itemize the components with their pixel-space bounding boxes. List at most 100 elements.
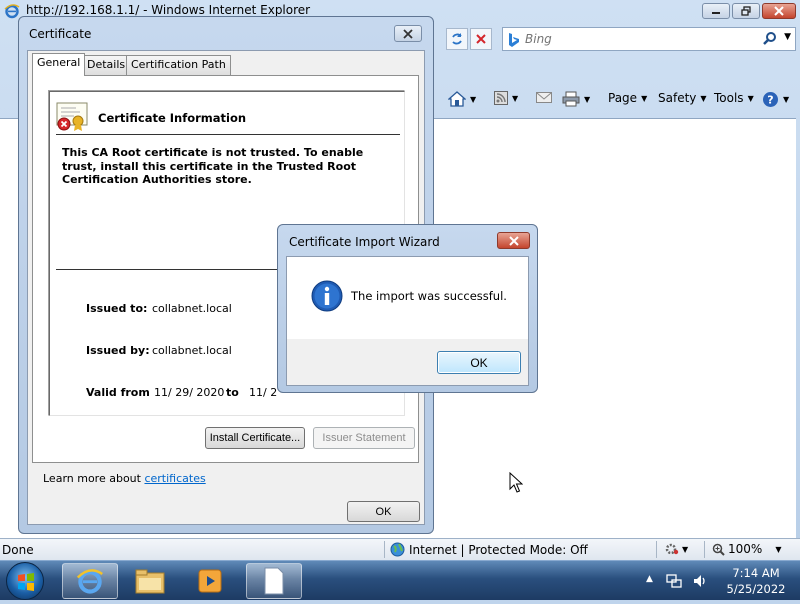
valid-from-value: 11/ 29/ 2020	[154, 386, 225, 399]
chevron-down-icon: ▼	[512, 93, 519, 103]
chevron-down-icon: ▼	[470, 94, 477, 104]
tools-menu-label: Tools	[714, 91, 744, 105]
security-zone[interactable]: Internet | Protected Mode: Off	[390, 542, 588, 557]
chevron-down-icon: ▼	[584, 94, 591, 104]
success-message: The import was successful.	[351, 289, 507, 303]
issued-by-label: Issued by:	[86, 344, 150, 357]
globe-icon	[390, 542, 405, 557]
ie-logo-icon	[76, 569, 103, 594]
mouse-cursor-icon	[509, 472, 523, 493]
certificate-info-title: Certificate Information	[98, 111, 247, 125]
stop-button[interactable]	[470, 28, 492, 50]
mail-icon	[536, 92, 552, 103]
divider	[56, 134, 400, 135]
help-icon: ?	[763, 92, 778, 107]
learn-more-prefix: Learn more about	[43, 472, 145, 485]
close-button[interactable]	[497, 232, 530, 249]
taskbar-windows-explorer[interactable]	[122, 563, 178, 599]
home-button[interactable]: ▼	[448, 91, 476, 107]
popup-blocker-button[interactable]: ▼	[664, 542, 688, 556]
valid-to-label: to	[226, 386, 239, 399]
home-icon	[448, 91, 466, 107]
tab-general[interactable]: General	[32, 53, 86, 76]
issued-to-label: Issued to:	[86, 302, 148, 315]
feeds-button[interactable]: ▼	[494, 91, 518, 105]
zoom-level: 100%	[728, 542, 763, 556]
close-button[interactable]	[394, 25, 422, 42]
issued-by-value: collabnet.local	[152, 344, 232, 357]
read-mail-button[interactable]	[536, 91, 552, 103]
trust-warning-text: This CA Root certificate is not trusted.…	[62, 146, 364, 186]
chevron-down-icon: ▼	[775, 544, 782, 554]
status-text: Done	[2, 543, 34, 557]
install-certificate-button[interactable]: Install Certificate...	[205, 427, 305, 449]
page-menu[interactable]: Page ▼	[608, 91, 647, 105]
feeds-icon	[494, 91, 508, 105]
document-icon	[264, 567, 284, 595]
taskbar-internet-explorer[interactable]	[62, 563, 118, 599]
tab-certification-path[interactable]: Certification Path	[126, 55, 231, 75]
command-bar: ▼ ▼ ▼ Page ▼ Safety ▼ Tools ▼ ? ▼	[440, 88, 800, 112]
zoom-icon	[712, 543, 725, 556]
valid-from-label: Valid from	[86, 386, 150, 399]
taskbar: ▲ 7:14 AM 5/25/2022	[0, 560, 800, 600]
certificates-link[interactable]: certificates	[144, 472, 205, 485]
ie-logo-icon	[4, 4, 20, 19]
taskbar-media-player[interactable]	[182, 563, 238, 599]
dialog-body: The import was successful. OK	[286, 256, 529, 386]
safety-menu[interactable]: Safety ▼	[658, 91, 707, 105]
tools-menu[interactable]: Tools ▼	[714, 91, 754, 105]
import-wizard-dialog: Certificate Import Wizard The import was…	[277, 224, 538, 393]
valid-to-value: 11/ 2	[249, 386, 278, 399]
refresh-icon	[452, 33, 462, 45]
show-hidden-icons-icon[interactable]: ▲	[646, 574, 653, 584]
dialog-title: Certificate Import Wizard	[289, 235, 440, 249]
printer-icon	[562, 91, 580, 107]
chevron-down-icon: ▼	[641, 93, 648, 103]
ok-button[interactable]: OK	[347, 501, 420, 522]
issued-to-value: collabnet.local	[152, 302, 232, 315]
search-icon[interactable]	[763, 32, 777, 46]
ie-window-title: http://192.168.1.1/ - Windows Internet E…	[26, 3, 311, 17]
ok-button[interactable]: OK	[437, 351, 521, 374]
minimize-button[interactable]	[702, 3, 730, 19]
restore-button[interactable]	[732, 3, 760, 19]
taskbar-document[interactable]	[246, 563, 302, 599]
safety-menu-label: Safety	[658, 91, 697, 105]
dialog-title: Certificate	[29, 27, 92, 41]
message-area: The import was successful.	[287, 257, 528, 339]
status-divider	[656, 541, 657, 558]
status-divider	[384, 541, 385, 558]
page-menu-label: Page	[608, 91, 638, 105]
status-divider	[704, 541, 705, 558]
chevron-down-icon: ▼	[700, 93, 707, 103]
print-button[interactable]: ▼	[562, 91, 590, 107]
untrusted-certificate-icon	[56, 102, 88, 131]
search-options-icon[interactable]: ▼	[784, 32, 791, 42]
status-bar: Done Internet | Protected Mode: Off ▼ 10…	[0, 538, 800, 560]
address-bar-controls	[440, 26, 492, 52]
chevron-down-icon: ▼	[747, 93, 754, 103]
minimize-icon	[712, 12, 720, 14]
zoom-control[interactable]: 100% ▼	[712, 542, 781, 556]
compatibility-button[interactable]	[446, 28, 468, 50]
system-tray: ▲ 7:14 AM 5/25/2022	[640, 561, 800, 601]
folder-icon	[135, 569, 165, 594]
clock-time: 7:14 AM	[732, 566, 780, 580]
bing-icon	[509, 33, 519, 47]
volume-icon[interactable]	[692, 573, 708, 589]
gear-icon	[665, 543, 679, 555]
tab-details[interactable]: Details	[82, 55, 131, 75]
close-button[interactable]	[762, 3, 796, 19]
chevron-down-icon: ▼	[783, 95, 790, 104]
media-player-icon	[198, 569, 222, 593]
windows-logo-icon	[18, 573, 34, 591]
start-button[interactable]	[6, 562, 44, 600]
issuer-statement-button[interactable]: Issuer Statement	[313, 427, 415, 449]
network-icon[interactable]	[666, 573, 682, 589]
search-box[interactable]: ▼	[502, 27, 796, 51]
clock[interactable]: 7:14 AM 5/25/2022	[718, 565, 794, 597]
help-button[interactable]: ? ▼	[762, 91, 789, 108]
svg-text:?: ?	[767, 94, 773, 107]
search-input[interactable]	[525, 31, 755, 47]
